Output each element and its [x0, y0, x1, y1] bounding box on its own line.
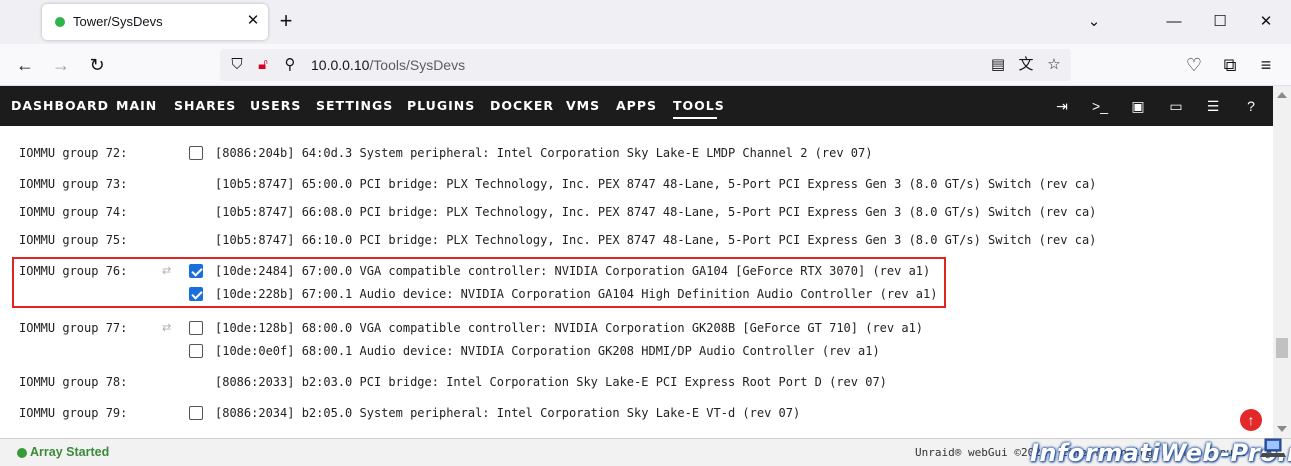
reader-view-icon[interactable]: ▤ — [986, 53, 1010, 77]
device-checkbox[interactable] — [189, 321, 203, 335]
pocket-icon[interactable]: ♡ — [1182, 53, 1206, 77]
permissions-icon[interactable]: ⚲ — [278, 53, 302, 77]
iommu-row: IOMMU group 73: [10b5:8747] 65:00.0 PCI … — [0, 174, 1273, 196]
minimize-icon[interactable]: — — [1162, 10, 1186, 34]
browser-tab-strip: Tower/SysDevs ✕ + ⌄ — ☐ ✕ — [0, 0, 1291, 44]
terminal-icon[interactable]: >_ — [1090, 96, 1110, 116]
maximize-icon[interactable]: ☐ — [1208, 10, 1232, 34]
device-text: [8086:2034] b2:05.0 System peripheral: I… — [215, 406, 801, 420]
log-icon[interactable]: ☰ — [1203, 96, 1223, 116]
watermark-text: InformatiWeb-Pro.net — [1030, 439, 1291, 466]
menu-plugins[interactable]: PLUGINS — [407, 98, 475, 113]
close-icon[interactable]: ✕ — [244, 12, 262, 30]
iommu-row: [10de:228b] 67:00.1 Audio device: NVIDIA… — [0, 284, 1273, 306]
feedback-icon[interactable]: ▣ — [1128, 96, 1148, 116]
device-checkbox[interactable] — [189, 287, 203, 301]
laptop-icon — [1260, 438, 1286, 457]
iommu-group-label: IOMMU group 73: — [19, 177, 128, 191]
bookmark-star-icon[interactable]: ☆ — [1042, 53, 1066, 77]
iommu-row: IOMMU group 74: [10b5:8747] 66:08.0 PCI … — [0, 202, 1273, 224]
device-text: [10de:2484] 67:00.0 VGA compatible contr… — [215, 264, 931, 278]
active-tab-indicator — [673, 117, 717, 119]
translate-icon[interactable]: 文 — [1014, 53, 1038, 77]
iommu-row: IOMMU group 76: ⇄ [10de:2484] 67:00.0 VG… — [0, 261, 1273, 283]
menu-hamburger-icon[interactable]: ≡ — [1254, 53, 1278, 77]
tab-title: Tower/SysDevs — [73, 14, 163, 29]
iommu-row: IOMMU group 77: ⇄ [10de:128b] 68:00.0 VG… — [0, 318, 1273, 340]
iommu-row: IOMMU group 78: [8086:2033] b2:03.0 PCI … — [0, 372, 1273, 394]
device-text: [10de:128b] 68:00.0 VGA compatible contr… — [215, 321, 924, 335]
url-bar[interactable]: ⛉ 🔓︎ ⚲ 10.0.0.10/Tools/SysDevs ▤ 文 ☆ — [220, 49, 1071, 81]
monitor-icon[interactable]: ▭ — [1166, 96, 1186, 116]
menu-users[interactable]: USERS — [250, 98, 301, 113]
iommu-group-label: IOMMU group 79: — [19, 406, 128, 420]
iommu-group-label: IOMMU group 75: — [19, 233, 128, 247]
bind-toggle-icon[interactable]: ⇄ — [162, 322, 176, 334]
iommu-row: IOMMU group 75: [10b5:8747] 66:10.0 PCI … — [0, 230, 1273, 252]
device-text: [8086:204b] 64:0d.3 System peripheral: I… — [215, 146, 873, 160]
unraid-menu-bar: DASHBOARD MAIN SHARES USERS SETTINGS PLU… — [0, 86, 1273, 126]
device-text: [10de:0e0f] 68:00.1 Audio device: NVIDIA… — [215, 344, 880, 358]
device-checkbox[interactable] — [189, 344, 203, 358]
iommu-group-label: IOMMU group 72: — [19, 146, 128, 160]
forward-icon[interactable]: → — [49, 53, 73, 77]
menu-shares[interactable]: SHARES — [174, 98, 236, 113]
status-footer: Array Started Unraid® webGui ©2021, Lime… — [0, 438, 1291, 466]
scroll-thumb[interactable] — [1276, 338, 1288, 358]
url-text[interactable]: 10.0.0.10/Tools/SysDevs — [311, 57, 465, 73]
menu-apps[interactable]: APPS — [616, 98, 657, 113]
page-scrollbar[interactable] — [1273, 86, 1291, 438]
extensions-icon[interactable]: ⧉ — [1218, 53, 1242, 77]
iommu-group-label: IOMMU group 77: — [19, 321, 128, 335]
iommu-row: [10de:0e0f] 68:00.1 Audio device: NVIDIA… — [0, 341, 1273, 363]
scroll-to-top-icon[interactable]: ↑ — [1240, 409, 1262, 431]
device-text: [8086:2033] b2:03.0 PCI bridge: Intel Co… — [215, 375, 887, 389]
bind-toggle-icon[interactable]: ⇄ — [162, 265, 176, 277]
device-checkbox[interactable] — [189, 406, 203, 420]
navigation-bar: ← → ↻ ⛉ 🔓︎ ⚲ 10.0.0.10/Tools/SysDevs ▤ 文… — [0, 44, 1291, 86]
help-icon[interactable]: ? — [1241, 96, 1261, 116]
window-close-icon[interactable]: ✕ — [1254, 10, 1278, 34]
menu-docker[interactable]: DOCKER — [490, 98, 554, 113]
tab-status-icon — [55, 17, 65, 27]
scroll-down-arrow-icon[interactable] — [1277, 426, 1287, 432]
browser-tab[interactable]: Tower/SysDevs ✕ — [42, 4, 268, 40]
iommu-group-label: IOMMU group 74: — [19, 205, 128, 219]
menu-dashboard[interactable]: DASHBOARD — [11, 98, 109, 113]
insecure-lock-icon[interactable]: 🔓︎ — [251, 53, 275, 77]
iommu-row: IOMMU group 72: [8086:204b] 64:0d.3 Syst… — [0, 143, 1273, 165]
device-text: [10b5:8747] 66:08.0 PCI bridge: PLX Tech… — [215, 205, 1097, 219]
iommu-group-label: IOMMU group 76: — [19, 264, 128, 278]
reload-icon[interactable]: ↻ — [85, 53, 109, 77]
device-checkbox[interactable] — [189, 264, 203, 278]
device-checkbox[interactable] — [189, 146, 203, 160]
scroll-up-arrow-icon[interactable] — [1277, 92, 1287, 98]
array-status-text: Array Started — [30, 445, 110, 459]
iommu-group-label: IOMMU group 78: — [19, 375, 128, 389]
iommu-row: IOMMU group 79: [8086:2034] b2:05.0 Syst… — [0, 403, 1273, 425]
url-path: /Tools/SysDevs — [369, 57, 466, 73]
shield-icon[interactable]: ⛉ — [225, 53, 249, 77]
device-text: [10b5:8747] 66:10.0 PCI bridge: PLX Tech… — [215, 233, 1097, 247]
device-text: [10b5:8747] 65:00.0 PCI bridge: PLX Tech… — [215, 177, 1097, 191]
new-tab-icon[interactable]: + — [276, 9, 296, 33]
menu-settings[interactable]: SETTINGS — [316, 98, 393, 113]
menu-tools[interactable]: TOOLS — [673, 98, 725, 113]
back-icon[interactable]: ← — [13, 53, 37, 77]
iommu-group-list: IOMMU group 72: [8086:204b] 64:0d.3 Syst… — [0, 126, 1273, 438]
url-host: 10.0.0.10 — [311, 57, 370, 73]
array-status-icon — [17, 448, 27, 458]
logout-icon[interactable]: ⇥ — [1052, 96, 1072, 116]
tab-list-chevron-icon[interactable]: ⌄ — [1082, 10, 1106, 34]
menu-vms[interactable]: VMS — [566, 98, 600, 113]
device-text: [10de:228b] 67:00.1 Audio device: NVIDIA… — [215, 287, 938, 301]
menu-main[interactable]: MAIN — [116, 98, 157, 113]
